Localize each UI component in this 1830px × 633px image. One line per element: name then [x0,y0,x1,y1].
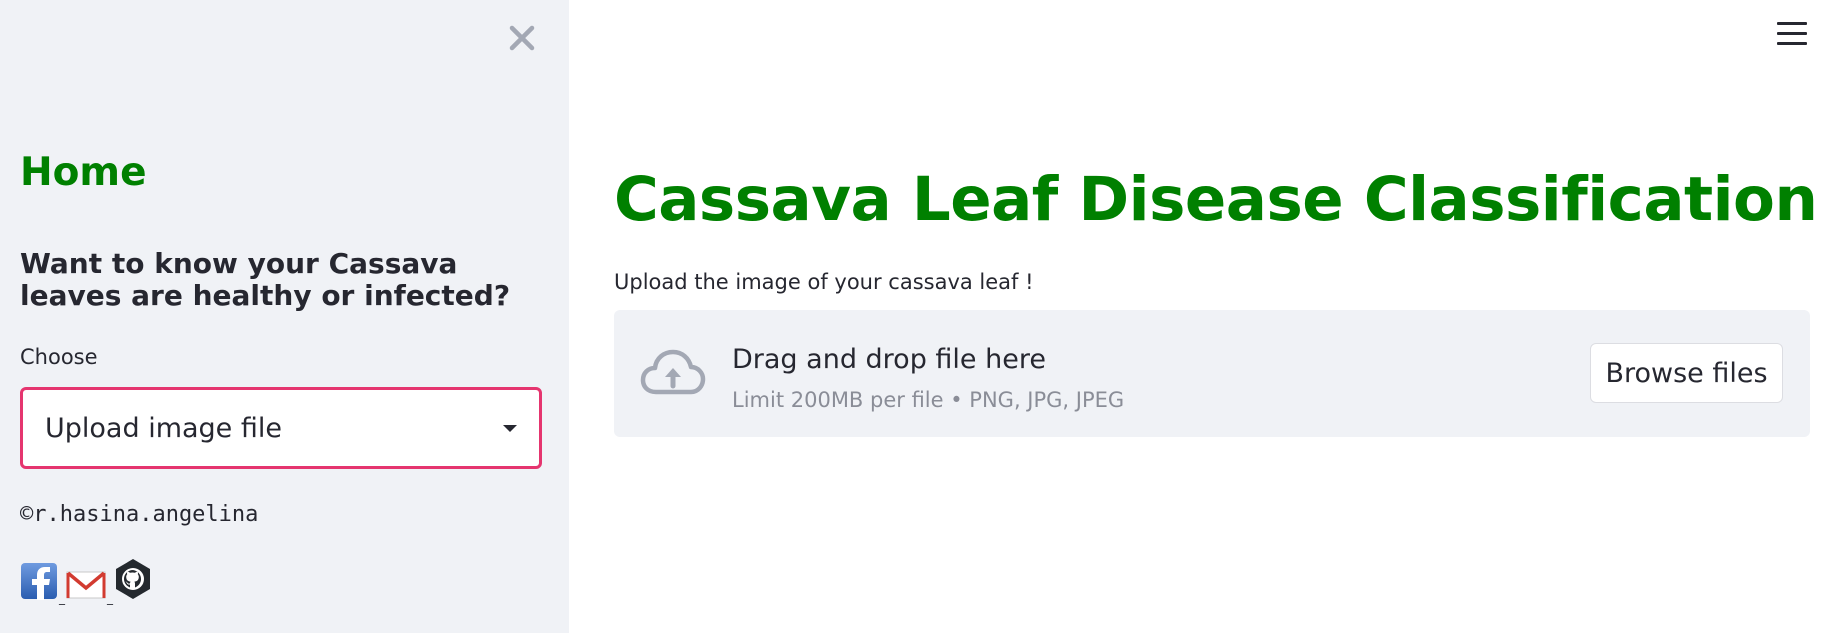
drop-instruction: Drag and drop file here [732,344,1046,375]
choose-select[interactable]: Upload image file [20,387,542,469]
chevron-down-icon [503,424,517,432]
choose-label: Choose [20,345,98,369]
page-title: Cassava Leaf Disease Classification [614,164,1818,235]
copyright-text: ©r.hasina.angelina [20,502,259,527]
browse-files-button[interactable]: Browse files [1590,343,1783,403]
hamburger-icon [1777,22,1807,45]
sidebar: Home Want to know your Cassava leaves ar… [0,0,569,633]
github-icon [116,559,150,599]
sidebar-question: Want to know your Cassava leaves are hea… [20,247,511,312]
upload-instruction: Upload the image of your cassava leaf ! [614,270,1034,294]
main-menu-button[interactable] [1777,22,1807,48]
close-sidebar-button[interactable] [502,18,542,58]
sidebar-title: Home [20,150,147,195]
close-icon [509,25,535,51]
choose-select-value: Upload image file [45,412,282,444]
facebook-icon [21,563,57,600]
page-title-text: Cassava Leaf Disease Classification [614,163,1818,235]
facebook-link[interactable] [20,562,58,604]
gmail-link[interactable] [66,570,106,604]
cloud-upload-icon [640,349,706,395]
gmail-icon [66,571,106,599]
file-uploader-dropzone[interactable]: Drag and drop file here Limit 200MB per … [614,310,1810,437]
github-link[interactable] [114,558,152,604]
social-links: _ _ [20,559,152,604]
upload-limit-text: Limit 200MB per file • PNG, JPG, JPEG [732,388,1125,412]
